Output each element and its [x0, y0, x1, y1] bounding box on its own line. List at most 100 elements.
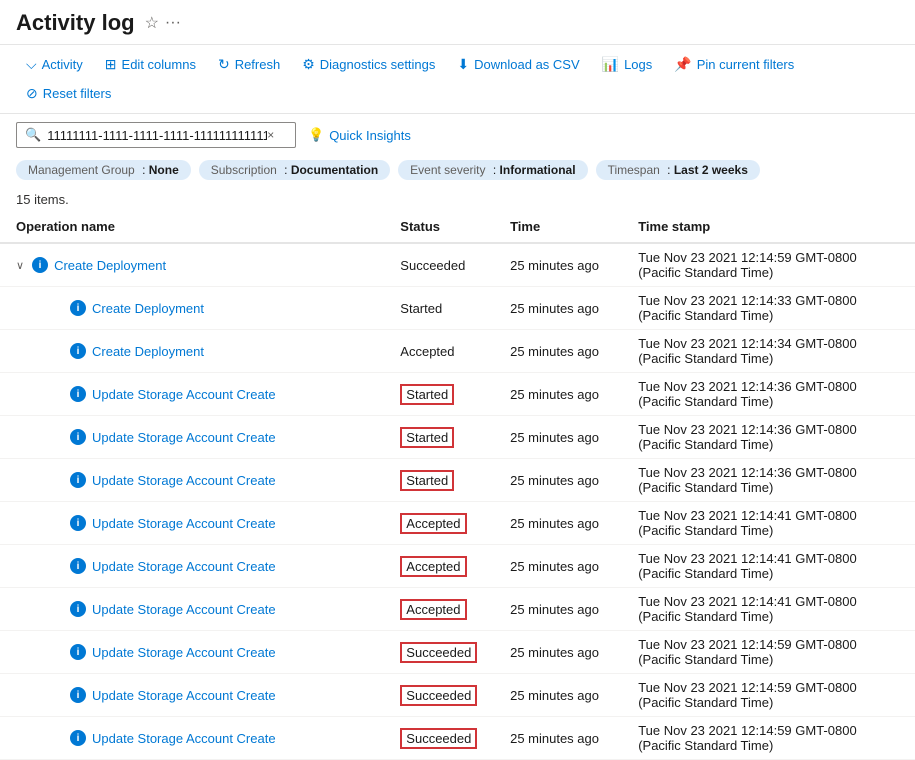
- info-icon: i: [70, 300, 86, 316]
- pin-icon: 📌: [674, 56, 691, 73]
- star-icon[interactable]: ☆: [145, 13, 159, 33]
- table-row[interactable]: i Update Storage Account Create Succeeded 2…: [0, 674, 915, 717]
- status-cell: Started: [384, 459, 494, 502]
- timestamp-cell: Tue Nov 23 2021 12:14:59 GMT-0800 (Pacif…: [622, 631, 915, 674]
- time-cell: 25 minutes ago: [494, 502, 622, 545]
- info-icon: i: [32, 257, 48, 273]
- status-cell: Started: [384, 287, 494, 330]
- status-badge: Started: [400, 470, 454, 491]
- status-badge: Started: [400, 427, 454, 448]
- table-row[interactable]: i Update Storage Account Create Succeeded 2…: [0, 717, 915, 760]
- status-badge: Accepted: [400, 513, 466, 534]
- operation-name[interactable]: Update Storage Account Create: [92, 430, 276, 445]
- operation-name[interactable]: Update Storage Account Create: [92, 473, 276, 488]
- reset-filters-button[interactable]: ⊘ Reset filters: [16, 80, 121, 107]
- table-row[interactable]: i Create Deployment Accepted25 minutes ago…: [0, 330, 915, 373]
- table-row[interactable]: iUpdate Storage Account CreateStarted25 …: [0, 459, 915, 502]
- status-cell: Succeeded: [384, 243, 494, 287]
- status-badge: Succeeded: [400, 642, 477, 663]
- time-cell: 25 minutes ago: [494, 674, 622, 717]
- activity-button[interactable]: ⌵ Activity: [16, 51, 93, 78]
- operation-cell: i Create Deployment: [0, 330, 384, 373]
- operation-cell: i Update Storage Account Create: [0, 502, 384, 545]
- table-row[interactable]: i Update Storage Account Create Accepted 25…: [0, 502, 915, 545]
- operation-name[interactable]: Update Storage Account Create: [92, 731, 276, 746]
- items-count: 15 items.: [0, 188, 915, 211]
- table-row[interactable]: iUpdate Storage Account CreateStarted25 …: [0, 373, 915, 416]
- info-icon: i: [70, 687, 86, 703]
- filter-event-severity[interactable]: Event severity : Informational: [398, 160, 587, 180]
- operation-cell: i Create Deployment: [0, 287, 384, 330]
- time-cell: 25 minutes ago: [494, 717, 622, 760]
- status-badge: Succeeded: [400, 728, 477, 749]
- operation-name[interactable]: Update Storage Account Create: [92, 688, 276, 703]
- activity-table: Operation name Status Time Time stamp ∨ i…: [0, 211, 915, 760]
- info-icon: i: [70, 343, 86, 359]
- filters-row: Management Group : None Subscription : D…: [0, 156, 915, 188]
- search-input[interactable]: [47, 128, 267, 143]
- status-badge: Succeeded: [400, 685, 477, 706]
- refresh-button[interactable]: ↻ Refresh: [208, 51, 290, 78]
- search-clear-button[interactable]: ×: [267, 128, 274, 142]
- timestamp-cell: Tue Nov 23 2021 12:14:41 GMT-0800 (Pacif…: [622, 588, 915, 631]
- operation-name[interactable]: Update Storage Account Create: [92, 387, 276, 402]
- more-icon[interactable]: ···: [165, 14, 181, 32]
- expand-icon[interactable]: ∨: [16, 259, 24, 272]
- diagnostics-button[interactable]: ⚙ Diagnostics settings: [292, 51, 445, 78]
- status-cell: Accepted: [384, 502, 494, 545]
- search-icon: 🔍: [25, 127, 41, 143]
- edit-columns-button[interactable]: ⊞ Edit columns: [95, 51, 206, 78]
- col-header-operation: Operation name: [0, 211, 384, 243]
- timestamp-cell: Tue Nov 23 2021 12:14:34 GMT-0800 (Pacif…: [622, 330, 915, 373]
- operation-name[interactable]: Create Deployment: [92, 344, 204, 359]
- status-cell: Succeeded: [384, 631, 494, 674]
- filter-management-group[interactable]: Management Group : None: [16, 160, 191, 180]
- table-row[interactable]: iCreate DeploymentStarted25 minutes agoT…: [0, 287, 915, 330]
- operation-name[interactable]: Update Storage Account Create: [92, 516, 276, 531]
- col-header-time: Time: [494, 211, 622, 243]
- time-cell: 25 minutes ago: [494, 588, 622, 631]
- status-cell: Started: [384, 416, 494, 459]
- filter-subscription[interactable]: Subscription : Documentation: [199, 160, 390, 180]
- info-icon: i: [70, 601, 86, 617]
- pin-filters-button[interactable]: 📌 Pin current filters: [664, 51, 804, 78]
- search-input-wrap: 🔍 ×: [16, 122, 296, 148]
- table-row[interactable]: ∨ i Create Deployment Succeeded25 minutes a…: [0, 243, 915, 287]
- table-row[interactable]: iUpdate Storage Account CreateAccepted25…: [0, 588, 915, 631]
- status-badge: Accepted: [400, 556, 466, 577]
- time-cell: 25 minutes ago: [494, 243, 622, 287]
- info-icon: i: [70, 472, 86, 488]
- quick-insights-button[interactable]: 💡 Quick Insights: [308, 127, 411, 143]
- operation-cell: i Update Storage Account Create: [0, 674, 384, 717]
- time-cell: 25 minutes ago: [494, 373, 622, 416]
- table-row[interactable]: iUpdate Storage Account CreateSucceeded2…: [0, 631, 915, 674]
- dropdown-icon: ⌵: [26, 56, 37, 73]
- status-cell: Accepted: [384, 330, 494, 373]
- time-cell: 25 minutes ago: [494, 330, 622, 373]
- operation-name[interactable]: Update Storage Account Create: [92, 559, 276, 574]
- status-cell: Accepted: [384, 545, 494, 588]
- logs-icon: 📊: [602, 56, 619, 73]
- filter-timespan[interactable]: Timespan : Last 2 weeks: [596, 160, 760, 180]
- search-bar: 🔍 × 💡 Quick Insights: [0, 114, 915, 156]
- refresh-icon: ↻: [218, 56, 230, 73]
- table-row[interactable]: iUpdate Storage Account CreateStarted25 …: [0, 416, 915, 459]
- operation-cell: i Update Storage Account Create: [0, 717, 384, 760]
- info-icon: i: [70, 730, 86, 746]
- timestamp-cell: Tue Nov 23 2021 12:14:36 GMT-0800 (Pacif…: [622, 373, 915, 416]
- timestamp-cell: Tue Nov 23 2021 12:14:59 GMT-0800 (Pacif…: [622, 674, 915, 717]
- download-csv-button[interactable]: ⬇ Download as CSV: [447, 51, 589, 78]
- reset-icon: ⊘: [26, 85, 38, 102]
- table-row[interactable]: iUpdate Storage Account CreateAccepted25…: [0, 545, 915, 588]
- operation-name[interactable]: Create Deployment: [54, 258, 166, 273]
- table-header-row: Operation name Status Time Time stamp: [0, 211, 915, 243]
- logs-button[interactable]: 📊 Logs: [592, 51, 663, 78]
- status-cell: Succeeded: [384, 674, 494, 717]
- timestamp-cell: Tue Nov 23 2021 12:14:36 GMT-0800 (Pacif…: [622, 459, 915, 502]
- time-cell: 25 minutes ago: [494, 287, 622, 330]
- time-cell: 25 minutes ago: [494, 416, 622, 459]
- operation-name[interactable]: Update Storage Account Create: [92, 645, 276, 660]
- operation-name[interactable]: Create Deployment: [92, 301, 204, 316]
- operation-name[interactable]: Update Storage Account Create: [92, 602, 276, 617]
- info-icon: i: [70, 515, 86, 531]
